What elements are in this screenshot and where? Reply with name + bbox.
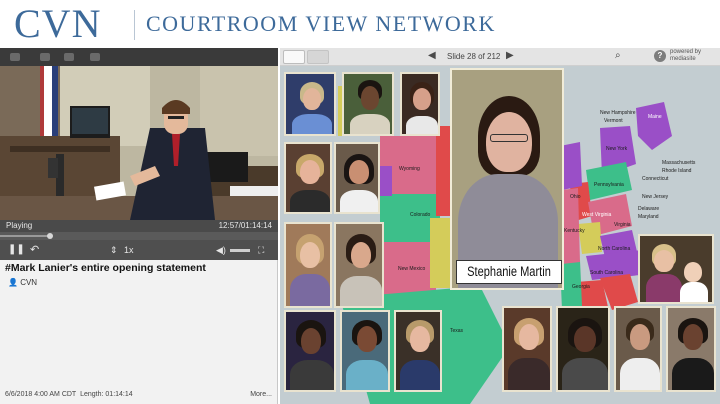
speed-arrows-icon[interactable]: ⇕	[110, 243, 118, 257]
juror-photo	[340, 310, 390, 392]
state-label: Delaware	[638, 206, 660, 212]
featured-name-card: Stephanie Martin	[456, 260, 562, 284]
juror-photo	[638, 234, 714, 304]
owner-line: 👤 CVN	[8, 278, 37, 287]
juror-photo	[502, 306, 552, 392]
juror-photo	[556, 306, 610, 392]
toolbar-icon[interactable]	[10, 53, 20, 61]
state-label: Rhode Island	[662, 168, 692, 174]
juror-photo	[334, 222, 384, 308]
juror-photo	[284, 142, 332, 214]
brand-logo: CVN	[14, 1, 102, 46]
brand-divider	[134, 10, 135, 40]
state-label: Vermont	[604, 118, 623, 124]
state-label: New York	[606, 146, 628, 152]
state-label: Connecticut	[642, 176, 669, 182]
courtroom-video-image	[0, 66, 278, 220]
state-label: North Carolina	[598, 246, 631, 252]
state-label: New Mexico	[398, 266, 426, 272]
progress-knob[interactable]	[47, 233, 54, 239]
state-label: New Hampshire	[600, 110, 636, 116]
search-icon[interactable]: ⌕	[615, 50, 621, 61]
juror-photo	[284, 222, 332, 308]
juror-photo	[342, 72, 394, 136]
state-label: Maryland	[638, 214, 659, 220]
state-label: Texas	[450, 328, 464, 334]
juror-photo	[334, 142, 380, 214]
progress-fill	[0, 235, 51, 237]
state-label: Kentucky	[564, 228, 585, 234]
footer-length: Length: 01:14:14	[80, 391, 133, 398]
state-label: New Jersey	[642, 194, 669, 200]
slide-image: Wyoming Colorado New Mexico Texas New Ha…	[280, 66, 720, 404]
player-footer: 6/6/2018 4:00 AM CDT Length: 01:14:14 Mo…	[0, 386, 278, 404]
layout-single-button[interactable]	[283, 50, 305, 64]
toolbar-icon[interactable]	[40, 53, 50, 61]
juror-photo	[284, 72, 336, 136]
footer-date: 6/6/2018 4:00 AM CDT	[5, 391, 77, 398]
state-label: Maine	[648, 114, 662, 120]
fullscreen-icon[interactable]: ⛶	[258, 243, 264, 257]
app-root: CVN COURTROOM VIEW NETWORK Playing 12:57…	[0, 0, 720, 404]
state-label: Wyoming	[399, 166, 420, 172]
video-frame[interactable]	[0, 66, 278, 220]
featured-juror-photo	[450, 68, 564, 290]
volume-slider[interactable]	[230, 249, 250, 252]
player-controls: ❚❚ ↶ ⇕ 1x ◀) ⛶	[0, 240, 278, 260]
next-slide-icon[interactable]: ▶	[506, 50, 514, 61]
powered-by-logo: powered by mediasite	[670, 49, 702, 62]
link-icon[interactable]	[90, 53, 100, 61]
slide-indicator: Slide 28 of 212	[447, 52, 501, 61]
brand-name: COURTROOM VIEW NETWORK	[146, 11, 496, 36]
state-label: Pennsylvania	[594, 182, 624, 188]
user-icon: 👤	[8, 278, 21, 287]
featured-name: Stephanie Martin	[467, 264, 551, 279]
owner-name[interactable]: CVN	[20, 278, 37, 287]
help-button[interactable]: ?	[654, 50, 666, 62]
video-title: #Mark Lanier's entire opening statement	[5, 262, 206, 274]
more-link[interactable]: More...	[250, 391, 272, 398]
rewind-icon[interactable]: ↶	[30, 243, 39, 257]
slides-toolbar: ◀ Slide 28 of 212 ▶ ⌕ ? powered by media…	[280, 48, 720, 66]
player-toolbar	[0, 48, 278, 66]
state-label: South Carolina	[590, 270, 624, 276]
header-banner: CVN COURTROOM VIEW NETWORK	[0, 0, 720, 48]
pause-icon[interactable]: ❚❚	[8, 243, 25, 257]
time-readout: 12:57/01:14:14	[218, 221, 272, 230]
juror-photo	[666, 306, 716, 392]
status-bar: Playing 12:57/01:14:14	[0, 220, 278, 232]
state-label: Colorado	[410, 212, 431, 218]
slides-panel: ◀ Slide 28 of 212 ▶ ⌕ ? powered by media…	[280, 48, 720, 404]
prev-slide-icon[interactable]: ◀	[428, 50, 436, 61]
speed-value[interactable]: 1x	[124, 243, 134, 257]
juror-photo	[614, 306, 662, 392]
volume-icon[interactable]: ◀)	[216, 243, 226, 257]
layout-split-button[interactable]	[307, 50, 329, 64]
juror-photo	[284, 310, 336, 392]
footer-meta: 6/6/2018 4:00 AM CDT Length: 01:14:14	[5, 391, 133, 398]
play-status: Playing	[6, 221, 33, 230]
progress-bar[interactable]	[0, 232, 278, 240]
state-label: West Virginia	[582, 212, 612, 218]
toolbar-icon[interactable]	[64, 53, 74, 61]
state-label: Ohio	[570, 194, 581, 200]
state-label: Massachusetts	[662, 160, 696, 166]
player-panel: Playing 12:57/01:14:14 ❚❚ ↶ ⇕ 1x ◀) ⛶ #M…	[0, 48, 278, 404]
state-label: Georgia	[572, 284, 590, 290]
juror-photo	[400, 72, 440, 136]
state-label: Virginia	[614, 222, 631, 228]
juror-photo	[394, 310, 442, 392]
